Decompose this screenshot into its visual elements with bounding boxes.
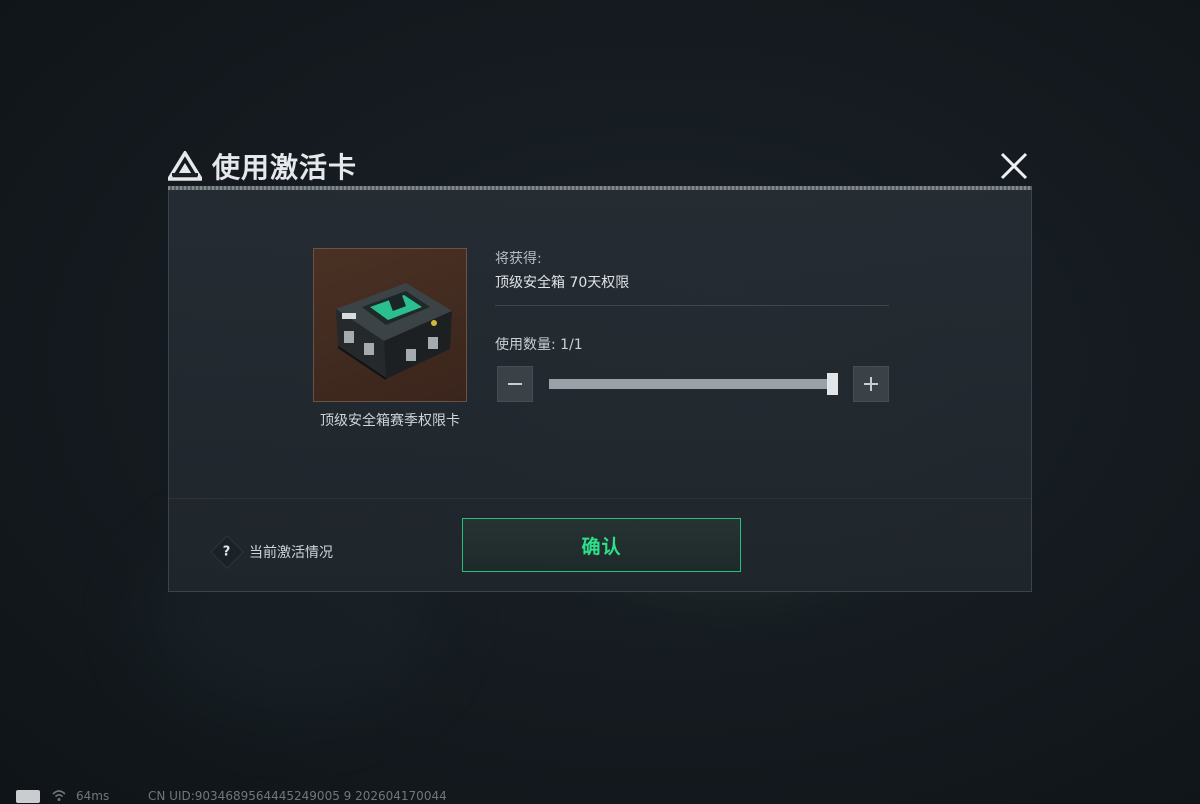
slider-handle[interactable] [827,373,838,395]
help-glyph: ? [223,544,231,560]
dialog-header: 使用激活卡 [168,146,357,186]
slider-fill [549,379,835,389]
confirm-label: 确认 [581,535,622,558]
uid-readout: CN UID:9034689564445249005 9 20260417004… [148,789,447,803]
decrease-quantity-button[interactable] [497,366,533,402]
reward-value: 顶级安全箱 70天权限 [495,275,630,291]
minus-icon [508,383,522,385]
help-icon: ? [210,535,244,569]
quantity-slider[interactable] [549,373,838,395]
status-bar: 64ms CN UID:9034689564445249005 9 202604… [0,784,1200,804]
battery-icon [16,790,40,803]
activation-dialog: 顶级安全箱赛季权限卡 将获得: 顶级安全箱 70天权限 使用数量: 1/1 ? … [168,190,1032,592]
reward-label: 将获得: [495,251,542,267]
confirm-button[interactable]: 确认 [462,518,741,572]
quantity-label: 使用数量: 1/1 [495,337,583,353]
plus-icon [864,377,878,391]
info-divider [495,305,889,306]
item-image [313,248,467,402]
item-name: 顶级安全箱赛季权限卡 [320,413,460,429]
logo-icon [168,151,202,181]
close-icon[interactable] [996,148,1032,184]
wifi-icon [52,790,66,801]
dialog-title: 使用激活卡 [212,151,358,184]
activation-status-link[interactable]: ? 当前激活情况 [210,535,333,569]
increase-quantity-button[interactable] [853,366,889,402]
footer-divider [169,498,1031,499]
help-text: 当前激活情况 [249,545,333,561]
ping-readout: 64ms [76,789,110,803]
secure-case-image [336,283,452,380]
